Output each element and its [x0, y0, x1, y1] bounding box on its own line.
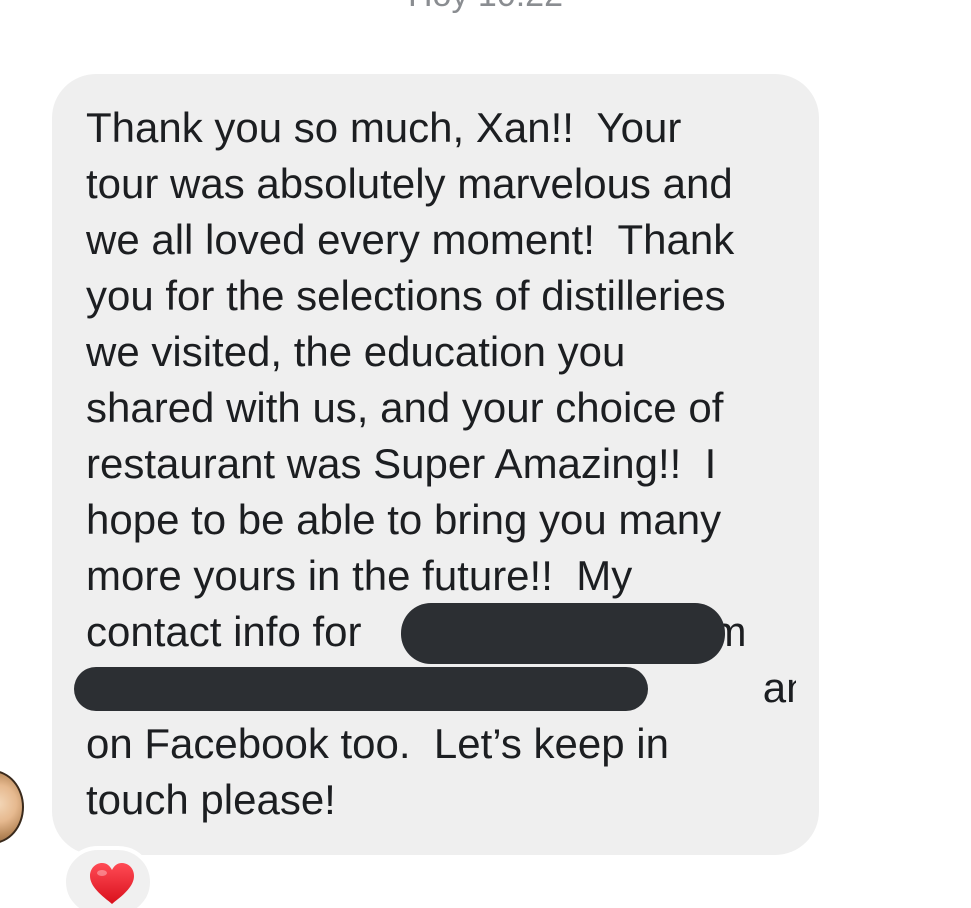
- message-timestamp: Hoy 10:22: [0, 0, 971, 12]
- redaction-bar: [74, 667, 648, 711]
- reaction-badge[interactable]: [62, 846, 154, 908]
- sender-avatar[interactable]: [0, 770, 24, 844]
- heart-icon: [90, 863, 134, 904]
- chat-screen: Hoy 10:22 Thank you so much, Xan!! Your …: [0, 0, 971, 908]
- redaction-bar: [401, 603, 725, 664]
- message-text: Thank you so much, Xan!! Your tour was a…: [86, 104, 796, 823]
